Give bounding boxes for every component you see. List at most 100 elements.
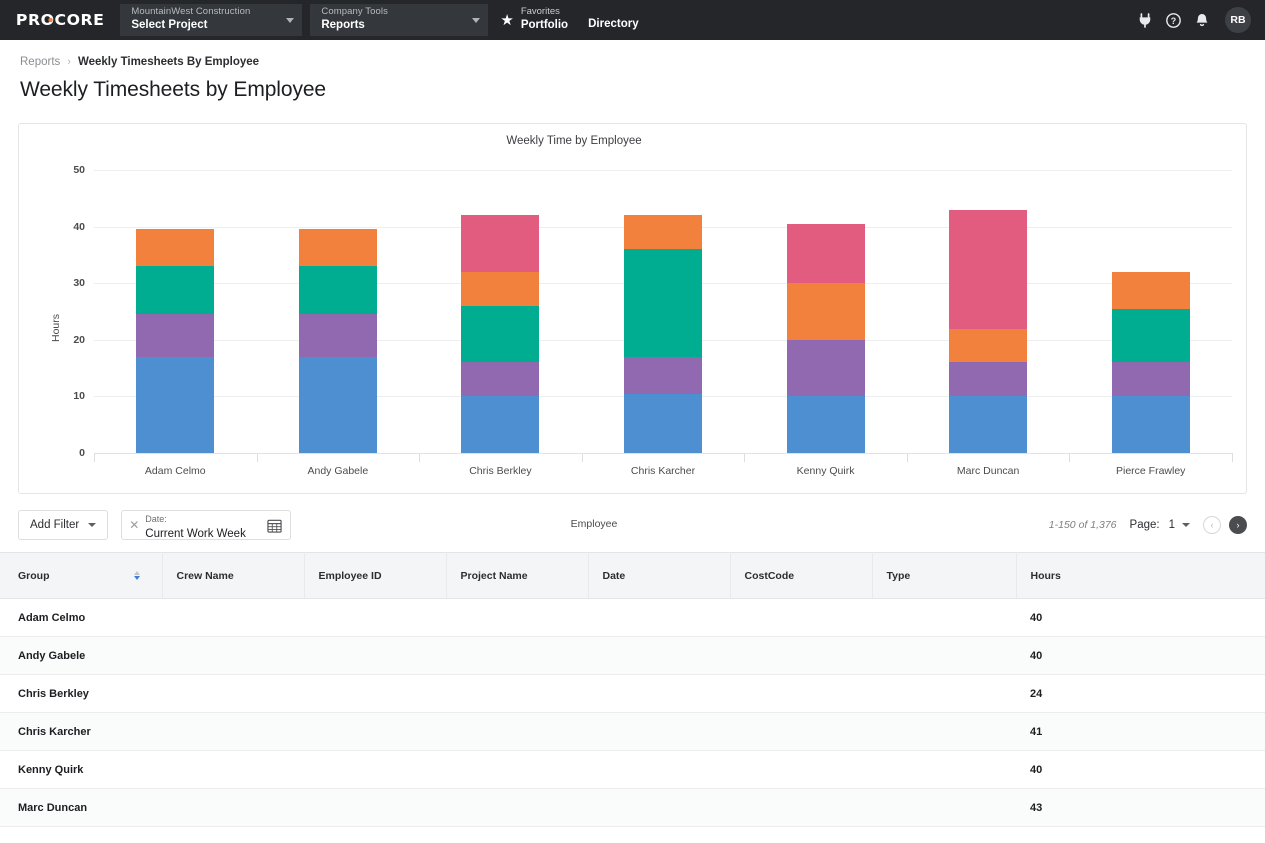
column-header-date[interactable]: Date [588, 552, 731, 599]
x-axis-tick [1069, 453, 1071, 462]
bar-segment[interactable] [298, 314, 377, 357]
x-axis-tick-label: Pierce Frawley [1115, 465, 1186, 477]
column-header-group[interactable]: Group [0, 552, 163, 599]
breadcrumb-reports-link[interactable]: Reports [20, 56, 60, 68]
bar-segment[interactable] [623, 249, 702, 357]
bar-segment[interactable] [949, 396, 1028, 453]
add-filter-button[interactable]: Add Filter [18, 510, 109, 540]
directory-link[interactable]: Directory [588, 11, 639, 30]
chart-y-axis-label: Hours [50, 313, 63, 343]
bar-segment[interactable] [136, 356, 215, 453]
table-row[interactable]: Chris Karcher 41 [0, 712, 1265, 751]
bar-segment[interactable] [623, 356, 702, 394]
breadcrumb-current: Weekly Timesheets By Employee [77, 56, 260, 68]
table-cell-employee-id [304, 636, 446, 675]
sort-indicator-icon[interactable] [133, 571, 140, 580]
table-cell-employee-id [304, 750, 446, 789]
y-axis-tick-label: 20 [73, 333, 85, 346]
table-cell-date [588, 674, 730, 713]
table-cell-employee-id [304, 788, 446, 827]
bar-segment[interactable] [136, 266, 215, 315]
column-header-costcode-label: CostCode [744, 569, 795, 582]
stacked-bar[interactable] [461, 215, 540, 453]
bar-group [257, 170, 420, 453]
table-row[interactable]: Adam Celmo 40 [0, 598, 1265, 637]
favorites-portfolio-link[interactable]: ★ Favorites Portfolio [500, 0, 568, 40]
bar-segment[interactable] [298, 356, 377, 453]
user-avatar[interactable]: RB [1225, 7, 1251, 33]
plug-icon[interactable] [1138, 12, 1152, 28]
table-row[interactable]: Kenny Quirk 40 [0, 750, 1265, 789]
y-axis-tick-label: 50 [73, 164, 85, 176]
chevron-down-icon [286, 17, 295, 23]
bar-segment[interactable] [298, 229, 377, 267]
table-row[interactable]: Marc Duncan 43 [0, 788, 1265, 827]
date-filter-chip[interactable]: ✕ Date: Current Work Week [121, 510, 292, 540]
bar-segment[interactable] [461, 271, 540, 306]
bar-segment[interactable] [461, 396, 540, 453]
bar-segment[interactable] [461, 305, 540, 363]
stacked-bar[interactable] [623, 215, 702, 453]
bar-segment[interactable] [1111, 271, 1190, 309]
bar-segment[interactable] [1111, 308, 1190, 363]
table-cell-project-name [446, 636, 588, 675]
stacked-bar[interactable] [136, 229, 215, 453]
table-cell-project-name [446, 674, 588, 713]
bar-segment[interactable] [786, 223, 865, 284]
bar-segment[interactable] [786, 396, 865, 453]
bar-segment[interactable] [461, 215, 540, 272]
table-cell-crew-name [162, 712, 304, 751]
stacked-bar[interactable] [298, 229, 377, 453]
stacked-bar[interactable] [949, 209, 1028, 453]
column-header-employee-id-label: Employee ID [318, 569, 382, 582]
chevron-down-icon [88, 523, 97, 527]
bar-segment[interactable] [623, 393, 702, 453]
bar-segment[interactable] [949, 209, 1028, 329]
bar-segment[interactable] [136, 314, 215, 357]
bell-icon[interactable] [1195, 13, 1209, 28]
column-header-type[interactable]: Type [872, 552, 1017, 599]
svg-text:?: ? [1171, 15, 1176, 25]
page-number-select[interactable]: 1 [1169, 519, 1190, 531]
column-header-employee-id[interactable]: Employee ID [304, 552, 447, 599]
bar-segment[interactable] [786, 339, 865, 397]
bar-segment[interactable] [461, 362, 540, 397]
previous-page-button[interactable]: ‹ [1203, 516, 1221, 534]
calendar-icon[interactable] [267, 518, 282, 533]
table-cell-group: Marc Duncan [0, 788, 162, 827]
chevron-right-icon: › [67, 56, 71, 68]
bar-segment[interactable] [298, 266, 377, 315]
table-cell-date [588, 712, 730, 751]
bar-segment[interactable] [136, 229, 215, 267]
close-icon[interactable]: ✕ [129, 519, 139, 531]
bar-segment[interactable] [1111, 396, 1190, 453]
column-header-project-name[interactable]: Project Name [446, 552, 589, 599]
next-page-button[interactable]: › [1229, 516, 1247, 534]
x-axis-tick [906, 453, 908, 462]
table-cell-project-name [446, 712, 588, 751]
company-tools-selector[interactable]: Company Tools Reports [310, 4, 489, 36]
favorites-value: Portfolio [520, 19, 569, 32]
stacked-bar[interactable] [786, 223, 865, 453]
bar-segment[interactable] [949, 362, 1028, 397]
stacked-bar[interactable] [1111, 271, 1190, 453]
table-row[interactable]: Andy Gabele 40 [0, 636, 1265, 675]
bar-group [419, 170, 582, 453]
add-filter-label: Add Filter [30, 519, 80, 531]
project-selector[interactable]: MountainWest Construction Select Project [120, 4, 303, 36]
y-axis-tick-label: 30 [73, 277, 85, 290]
bar-segment[interactable] [1111, 362, 1190, 397]
column-header-hours[interactable]: Hours [1016, 552, 1265, 599]
bar-segment[interactable] [786, 283, 865, 340]
bar-segment[interactable] [949, 328, 1028, 363]
table-cell-date [588, 788, 730, 827]
bar-segment[interactable] [623, 215, 702, 250]
column-header-costcode[interactable]: CostCode [730, 552, 873, 599]
procore-logo[interactable]: PROCORE [0, 0, 120, 40]
bar-group [94, 170, 257, 453]
bar-group [744, 170, 907, 453]
help-icon[interactable]: ? [1166, 12, 1181, 28]
column-header-crew-name[interactable]: Crew Name [162, 552, 305, 599]
chart-plot-area: Hours 0 10 20 30 40 50 Adam Celmo Andy Gabele C… [50, 164, 1233, 530]
table-row[interactable]: Chris Berkley 24 [0, 674, 1265, 713]
